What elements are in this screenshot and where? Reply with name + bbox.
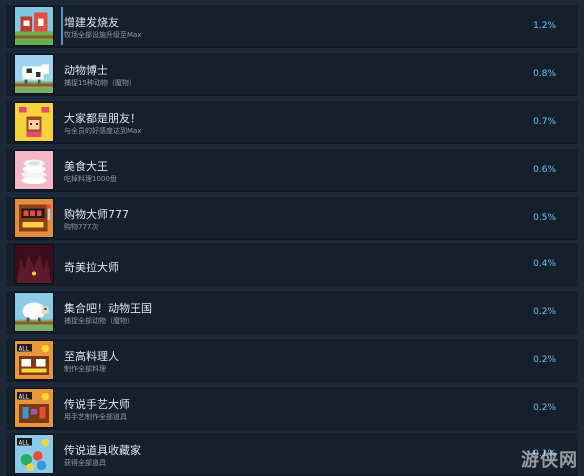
achievement-row[interactable]: ALL 至高料理人制作全部料理 0.2% [6,338,578,382]
achievement-row[interactable]: 集合吧！动物王国捕捉全部动物（魔物） 0.2% [6,290,578,334]
svg-text:ALL: ALL [19,395,30,401]
svg-text:ALL: ALL [19,347,30,353]
unlock-percentage: 0.7% [533,117,556,127]
svg-text:ALL: ALL [19,441,30,447]
achievement-title: 大家都是朋友！ [64,112,141,125]
achievement-description: 用手艺制作全部道具 [64,413,127,421]
achievement-description: 购物777次 [64,223,99,231]
unlock-percentage: 0.5% [533,213,556,223]
achievement-row[interactable]: ALL 传说道具收藏家 获得全部道具 0.1% [6,432,578,476]
achievement-title: 动物博士 [64,64,108,77]
achievement-title: 至高料理人 [64,350,119,363]
sheep-icon [14,292,54,332]
achievement-title: 美食大王 [64,160,108,173]
unlock-percentage: 0.2% [533,403,556,413]
hearts-face-icon [14,102,54,142]
slot-machine-icon [14,198,54,238]
all-cooking-icon: ALL [14,340,54,380]
achievement-description: 获得全部道具 [64,459,106,467]
achievement-description: 制作全部料理 [64,365,106,373]
achievement-title: 传说手艺大师 [64,398,130,411]
achievement-row[interactable]: 增建发烧友牧场全部设施升级至Max 1.2% [6,4,578,48]
cow-icon [14,54,54,94]
achievement-row[interactable]: 奇美拉大师 0.4% [6,242,578,286]
achievement-title: 奇美拉大师 [64,261,119,274]
achievement-description: 捕捉全部动物（魔物） [64,317,134,325]
unlock-percentage: 0.6% [533,165,556,175]
unlock-progress-fill [61,7,63,45]
watermark: 游侠网 [521,450,578,471]
achievement-row[interactable]: 购物大师777 购物777次 0.5% [6,196,578,240]
unlock-percentage: 0.2% [533,307,556,317]
achievement-row[interactable]: 动物博士捕捉15种动物（魔物） 0.8% [6,52,578,96]
achievement-row[interactable]: 大家都是朋友！ 与全员的好感度达到Max 0.7% [6,100,578,144]
achievement-description: 牧场全部设施升级至Max [64,31,142,39]
achievement-description: 吃掉料理1000盘 [64,175,117,183]
achievement-description: 捕捉15种动物（魔物） [64,79,136,87]
achievement-row[interactable]: 美食大王吃掉料理1000盘 0.6% [6,148,578,192]
plates-stack-icon [14,150,54,190]
all-items-icon: ALL [14,434,54,474]
unlock-percentage: 0.4% [533,259,556,269]
unlock-percentage: 0.8% [533,69,556,79]
achievement-description: 与全员的好感度达到Max [64,127,142,135]
all-crafting-icon: ALL [14,388,54,428]
achievement-row[interactable]: ALL 传说手艺大师用手艺制作全部道具 0.2% [6,386,578,430]
farm-buildings-icon [14,6,54,46]
achievement-title: 增建发烧友 [64,16,119,29]
achievement-title: 集合吧！动物王国 [64,302,152,315]
unlock-percentage: 0.2% [533,355,556,365]
chimera-icon [14,244,54,284]
achievement-title: 购物大师777 [64,208,129,221]
achievement-title: 传说道具收藏家 [64,444,141,457]
unlock-progress-bar [61,7,63,45]
unlock-percentage: 1.2% [533,21,556,31]
